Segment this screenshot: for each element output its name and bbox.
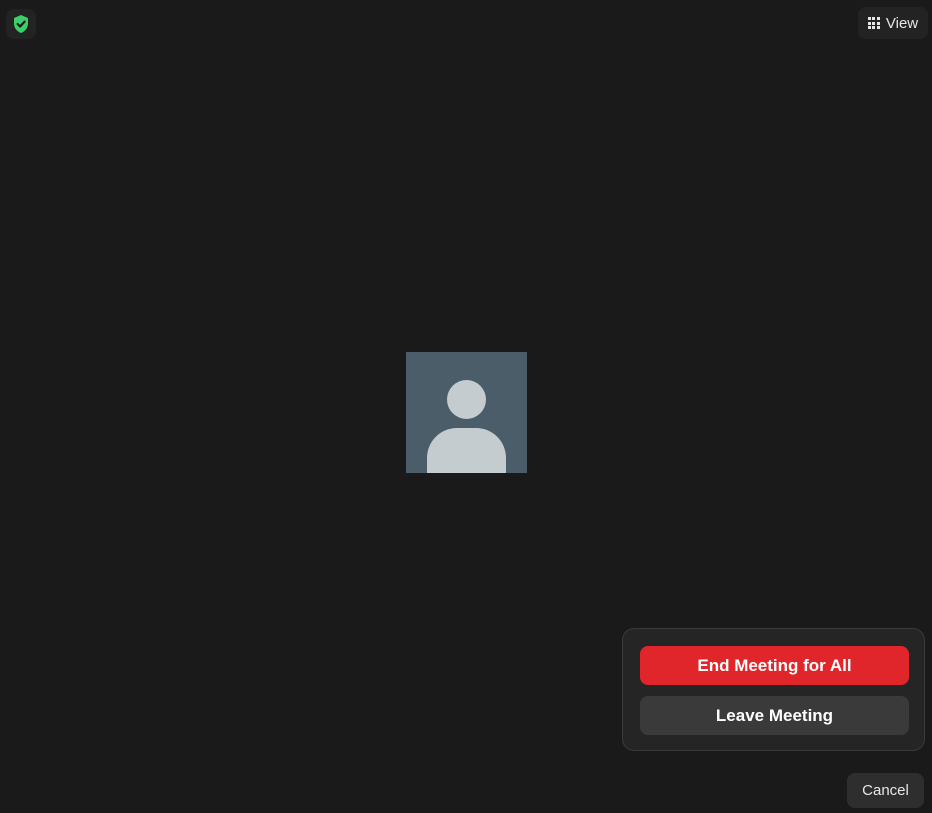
view-button[interactable]: View (858, 7, 928, 39)
cancel-button[interactable]: Cancel (847, 773, 924, 808)
shield-check-icon (14, 15, 28, 33)
avatar-head (447, 380, 486, 419)
leave-meeting-panel: End Meeting for All Leave Meeting (622, 628, 925, 751)
leave-meeting-button[interactable]: Leave Meeting (640, 696, 909, 735)
view-label: View (885, 14, 919, 32)
security-badge[interactable] (6, 9, 36, 39)
participant-avatar (406, 352, 527, 473)
meeting-window: View End Meeting for All Leave Meeting C… (0, 0, 932, 813)
grid-icon (867, 17, 880, 29)
end-meeting-for-all-button[interactable]: End Meeting for All (640, 646, 909, 685)
avatar-body (427, 428, 506, 473)
